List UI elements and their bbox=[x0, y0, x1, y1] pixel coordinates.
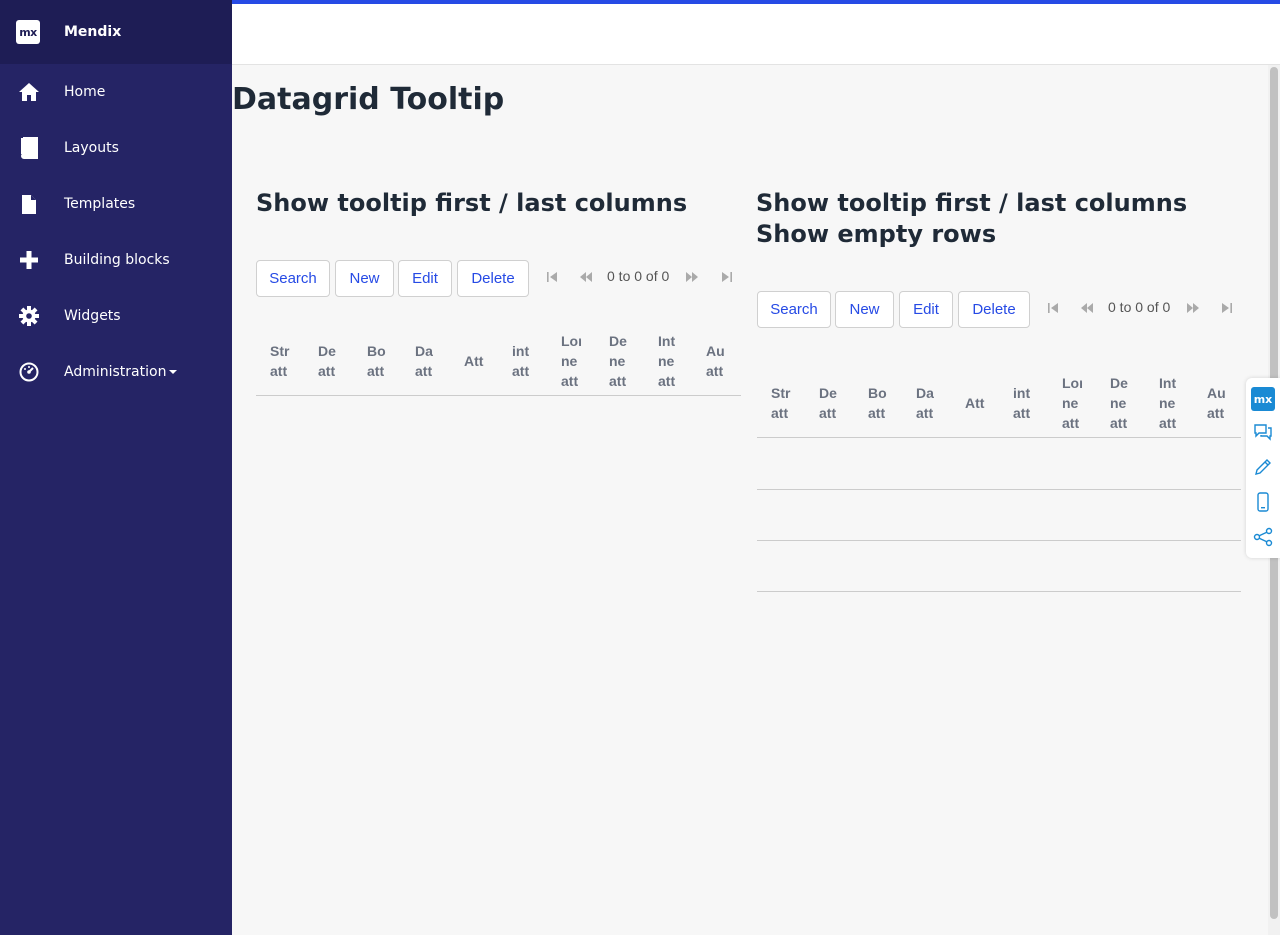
sidebar-item-label: Templates bbox=[64, 196, 136, 212]
sidebar-item-label: Administration bbox=[64, 364, 178, 380]
top-bar bbox=[232, 0, 1280, 65]
grid2-subtitle: Show empty rows bbox=[756, 220, 997, 248]
column-header-label: Att bbox=[965, 395, 985, 411]
column-header-label: Lor ne att bbox=[1062, 375, 1082, 431]
previous-page-icon[interactable] bbox=[1079, 300, 1095, 316]
column-header-label: Bo att bbox=[868, 385, 887, 421]
brand-name: Mendix bbox=[64, 24, 122, 40]
grid2-column-header[interactable]: int att bbox=[1003, 368, 1043, 438]
grid2-header-row: Str att De att Bo att Da att Att int att… bbox=[757, 368, 1241, 438]
grid2-column-header[interactable]: Str att bbox=[761, 368, 801, 438]
column-header-label: Int ne att bbox=[658, 333, 676, 389]
column-header-label: Str att bbox=[771, 385, 791, 421]
grid2-column-header[interactable]: Att bbox=[955, 368, 995, 438]
column-header-label: Bo att bbox=[367, 343, 386, 379]
grid1-column-header[interactable]: Str att bbox=[260, 326, 300, 396]
grid1-search-button[interactable]: Search bbox=[256, 260, 330, 297]
plus-icon bbox=[18, 249, 40, 271]
column-header-label: Da att bbox=[916, 385, 934, 421]
empty-row bbox=[757, 541, 1241, 592]
grid2-column-header[interactable]: Da att bbox=[906, 368, 946, 438]
grid1-new-button[interactable]: New bbox=[335, 260, 394, 297]
column-header-label: Int ne att bbox=[1159, 375, 1177, 431]
dashboard-icon bbox=[18, 361, 40, 383]
first-page-icon[interactable] bbox=[544, 269, 560, 285]
grid1-column-header[interactable]: De ne att bbox=[599, 326, 639, 396]
mendix-logo-icon: mx bbox=[16, 20, 40, 44]
last-page-icon[interactable] bbox=[1219, 300, 1235, 316]
book-icon bbox=[18, 137, 40, 159]
grid1-column-header[interactable]: Int ne att bbox=[648, 326, 688, 396]
sidebar-item-templates[interactable]: Templates bbox=[0, 176, 232, 232]
empty-row bbox=[757, 439, 1241, 490]
gear-icon bbox=[18, 305, 40, 327]
grid2-new-button[interactable]: New bbox=[835, 291, 894, 328]
column-header-label: Au att bbox=[706, 343, 725, 379]
main-content: Datagrid Tooltip Show tooltip first / la… bbox=[232, 65, 1268, 935]
grid1-title: Show tooltip first / last columns bbox=[256, 189, 688, 217]
grid1-edit-button[interactable]: Edit bbox=[398, 260, 452, 297]
empty-row bbox=[757, 490, 1241, 541]
grid1-column-header[interactable]: int att bbox=[502, 326, 542, 396]
column-header-label: De ne att bbox=[609, 333, 627, 389]
grid1-column-header[interactable]: Da att bbox=[405, 326, 445, 396]
grid1-delete-button[interactable]: Delete bbox=[457, 260, 529, 297]
grid1-column-header[interactable]: Lor ne att bbox=[551, 326, 591, 396]
next-page-icon[interactable] bbox=[684, 269, 700, 285]
column-header-label: int att bbox=[1013, 385, 1031, 421]
column-header-label: Lor ne att bbox=[561, 333, 581, 389]
grid2-column-header[interactable]: Int ne att bbox=[1149, 368, 1189, 438]
grid1-header-row: Str att De att Bo att Da att Att int att… bbox=[256, 326, 741, 396]
grid2-search-button[interactable]: Search bbox=[757, 291, 831, 328]
grid2-title: Show tooltip first / last columns bbox=[756, 189, 1188, 217]
brand[interactable]: mx Mendix bbox=[0, 0, 232, 64]
grid1-column-header[interactable]: Au att bbox=[696, 326, 736, 396]
sidebar-item-widgets[interactable]: Widgets bbox=[0, 288, 232, 344]
grid2-delete-button[interactable]: Delete bbox=[958, 291, 1030, 328]
first-page-icon[interactable] bbox=[1045, 300, 1061, 316]
next-page-icon[interactable] bbox=[1185, 300, 1201, 316]
sidebar-item-label: Home bbox=[64, 84, 106, 100]
chat-icon[interactable] bbox=[1251, 420, 1275, 444]
page-title: Datagrid Tooltip bbox=[232, 82, 505, 117]
pencil-icon[interactable] bbox=[1251, 455, 1275, 479]
previous-page-icon[interactable] bbox=[578, 269, 594, 285]
grid2-column-header[interactable]: De ne att bbox=[1100, 368, 1140, 438]
column-header-label: Da att bbox=[415, 343, 433, 379]
column-header-label: Str att bbox=[270, 343, 290, 379]
share-icon[interactable] bbox=[1251, 525, 1275, 549]
column-header-label: Att bbox=[464, 353, 484, 369]
sidebar-item-label: Widgets bbox=[64, 308, 121, 324]
home-icon bbox=[18, 81, 40, 103]
grid2-pager-text: 0 to 0 of 0 bbox=[1108, 299, 1171, 315]
sidebar-item-building-blocks[interactable]: Building blocks bbox=[0, 232, 232, 288]
sidebar: mx Mendix Home Layouts Templates Buildin… bbox=[0, 0, 232, 935]
side-toolbar: mx bbox=[1246, 378, 1280, 558]
sidebar-item-home[interactable]: Home bbox=[0, 64, 232, 120]
grid1-column-header[interactable]: Att bbox=[454, 326, 494, 396]
administration-label: Administration bbox=[64, 364, 167, 380]
file-icon bbox=[18, 193, 40, 215]
grid1-column-header[interactable]: Bo att bbox=[357, 326, 397, 396]
sidebar-item-label: Layouts bbox=[64, 140, 119, 156]
grid2-column-header[interactable]: Bo att bbox=[858, 368, 898, 438]
column-header-label: De att bbox=[318, 343, 336, 379]
grid1-pager-text: 0 to 0 of 0 bbox=[607, 268, 670, 284]
sidebar-item-label: Building blocks bbox=[64, 252, 170, 268]
grid2-column-header[interactable]: Au att bbox=[1197, 368, 1237, 438]
mx-logo-button[interactable]: mx bbox=[1251, 387, 1275, 411]
column-header-label: De ne att bbox=[1110, 375, 1128, 431]
sidebar-item-administration[interactable]: Administration bbox=[0, 344, 232, 400]
column-header-label: De att bbox=[819, 385, 837, 421]
grid2-column-header[interactable]: De att bbox=[809, 368, 849, 438]
column-header-label: int att bbox=[512, 343, 530, 379]
last-page-icon[interactable] bbox=[719, 269, 735, 285]
grid1-column-header[interactable]: De att bbox=[308, 326, 348, 396]
grid2-edit-button[interactable]: Edit bbox=[899, 291, 953, 328]
sidebar-item-layouts[interactable]: Layouts bbox=[0, 120, 232, 176]
grid2-column-header[interactable]: Lor ne att bbox=[1052, 368, 1092, 438]
mobile-icon[interactable] bbox=[1251, 490, 1275, 514]
caret-down-icon bbox=[169, 370, 178, 374]
column-header-label: Au att bbox=[1207, 385, 1226, 421]
